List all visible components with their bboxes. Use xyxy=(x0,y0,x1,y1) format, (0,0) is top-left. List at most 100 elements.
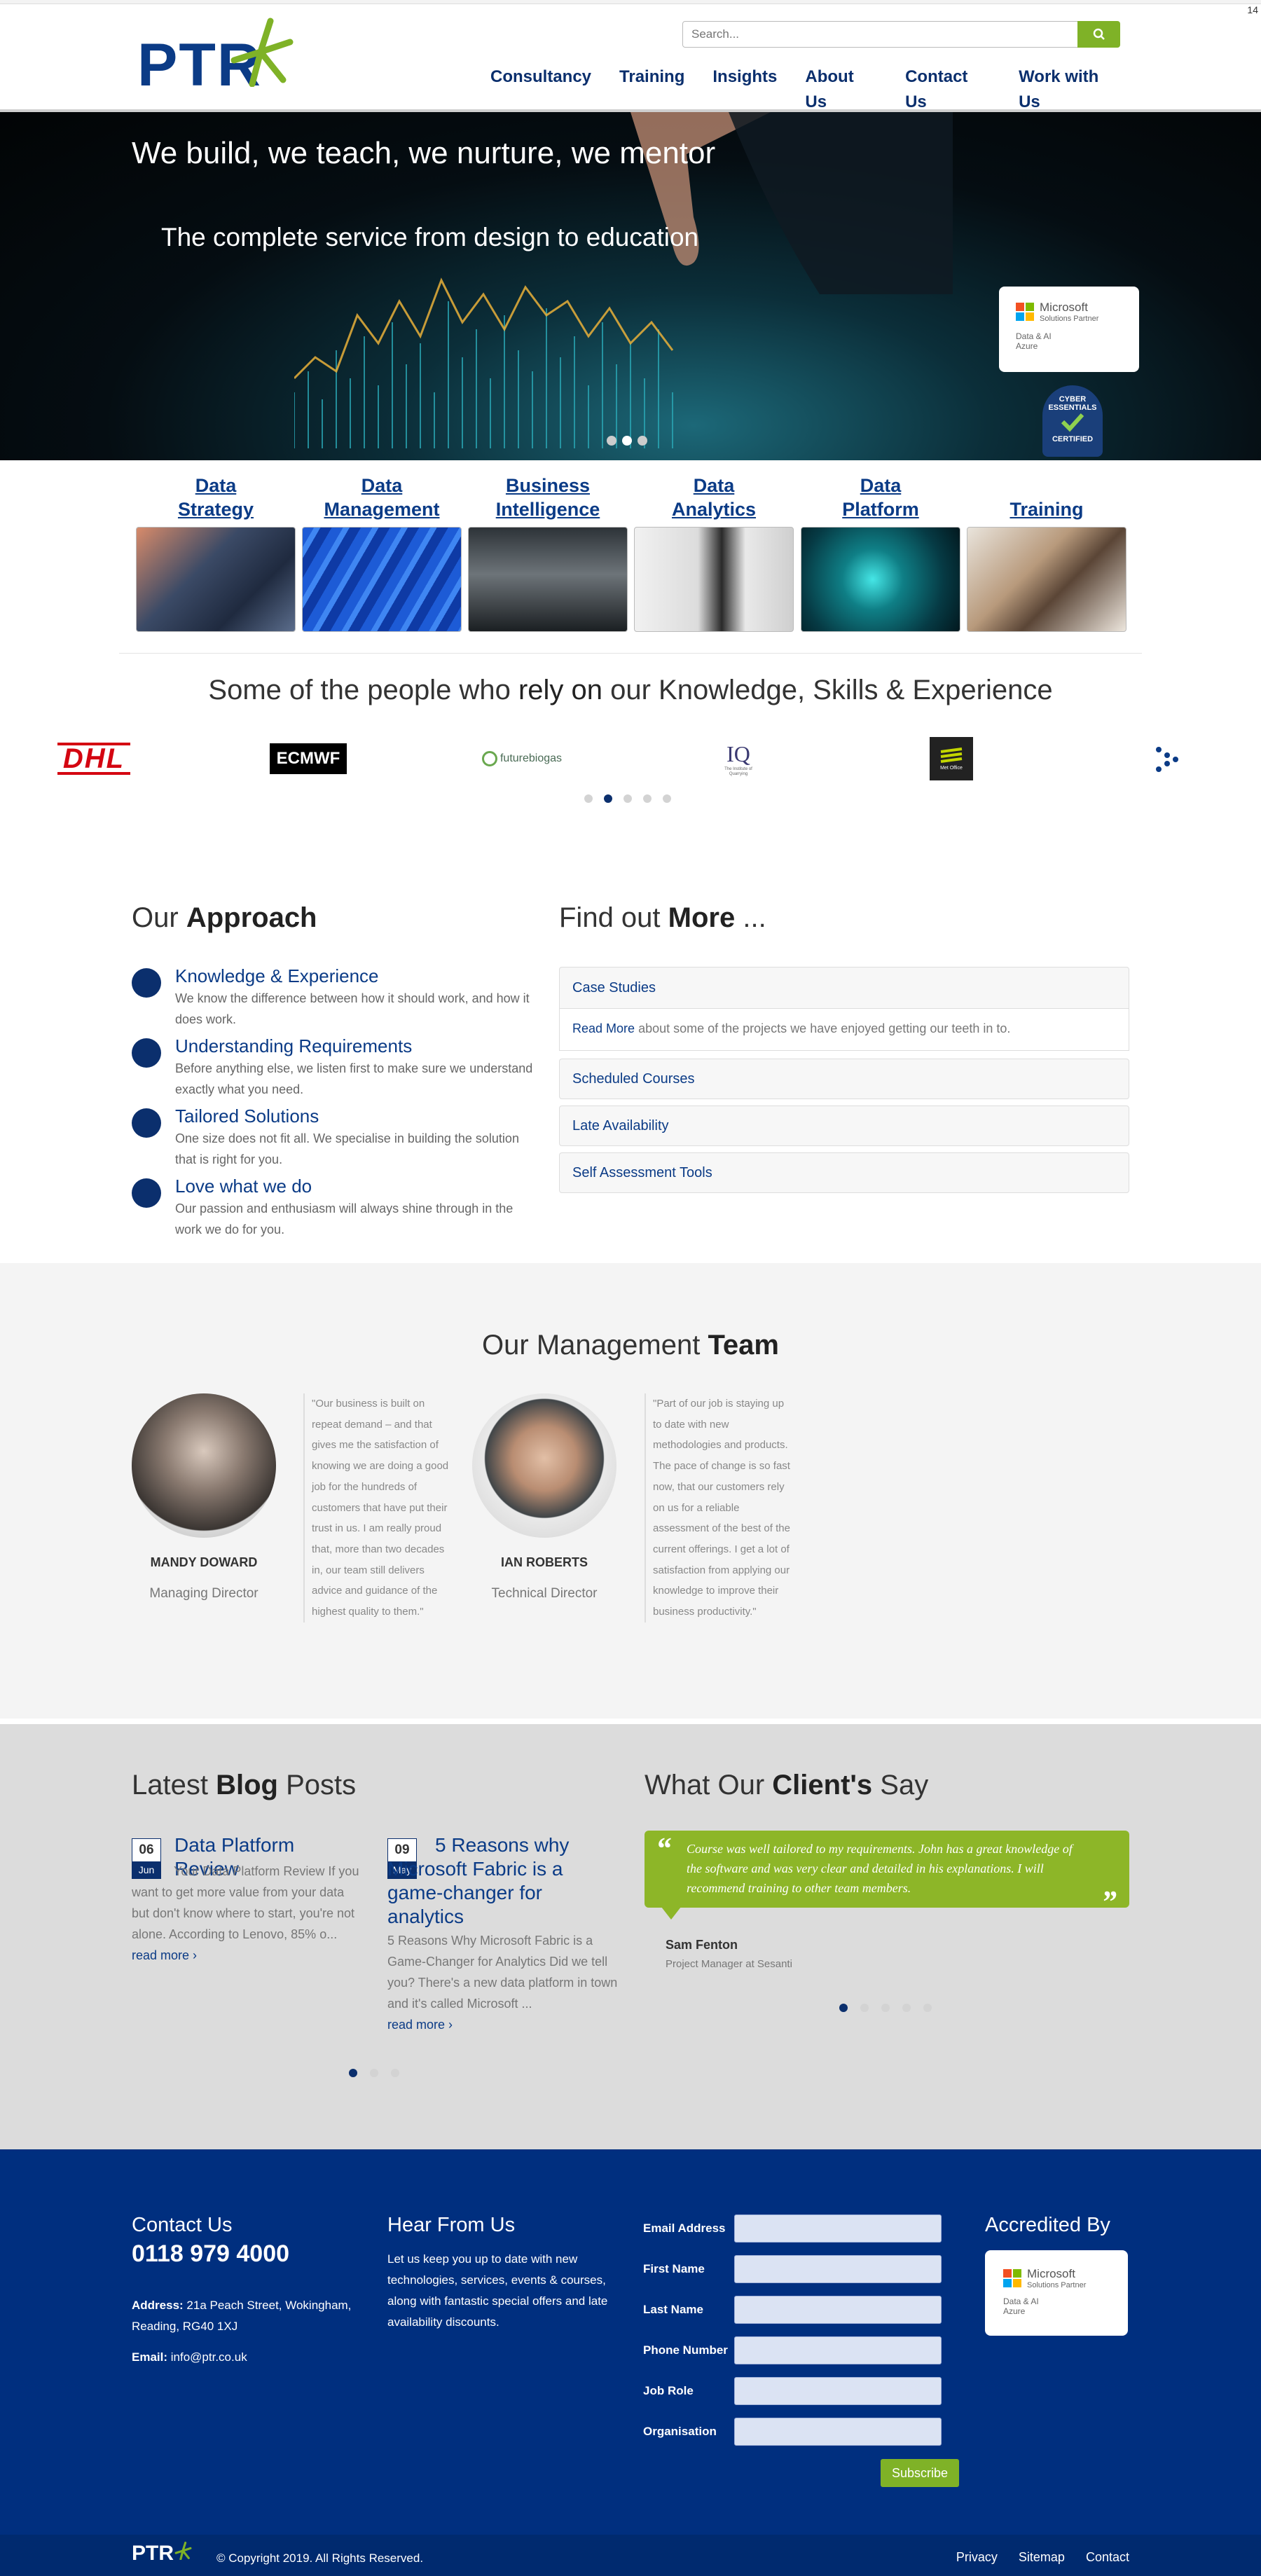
carousel-dot-active[interactable] xyxy=(604,794,612,803)
carousel-dot[interactable] xyxy=(584,794,593,803)
footer-logo[interactable]: PTR xyxy=(132,2542,192,2565)
met-office-sub: Met Office xyxy=(940,765,963,771)
check-icon xyxy=(1061,413,1084,432)
nav-insights[interactable]: Insights xyxy=(712,64,777,90)
service-training[interactable]: Training xyxy=(967,471,1126,632)
approach-item-text: Our passion and enthusiasm will always s… xyxy=(175,1201,514,1237)
search-input[interactable] xyxy=(682,21,1078,48)
service-image[interactable] xyxy=(136,527,296,632)
footer-logo-text: PTR xyxy=(132,2542,174,2565)
member-quote: "Part of our job is staying up to date w… xyxy=(645,1393,792,1623)
panel-case-studies[interactable]: Case Studies xyxy=(559,967,1129,1009)
iq-logo-sub: The Institute of Quarrying xyxy=(724,766,752,776)
team-title: Our Management Team xyxy=(0,1330,1261,1361)
privacy-link[interactable]: Privacy xyxy=(956,2550,998,2565)
futurebiogas-logo[interactable]: futurebiogas xyxy=(476,736,567,782)
carousel-dot[interactable] xyxy=(923,2004,932,2012)
form-label: First Name xyxy=(643,2262,705,2275)
case-studies-read-more-link[interactable]: Read More xyxy=(572,1021,635,1035)
subscribe-button[interactable]: Subscribe xyxy=(881,2459,959,2487)
panel-scheduled-courses[interactable]: Scheduled Courses xyxy=(559,1059,1129,1099)
carousel-dot[interactable] xyxy=(623,794,632,803)
nav-contact-us[interactable]: Contact Us xyxy=(905,64,991,111)
met-office-logo[interactable]: Met Office xyxy=(930,737,973,780)
nav-about-us[interactable]: About Us xyxy=(805,64,877,111)
carousel-dot[interactable] xyxy=(663,794,671,803)
read-more-link[interactable]: read more › xyxy=(387,2018,453,2032)
findout-title-post: ... xyxy=(743,902,766,933)
service-title[interactable]: Data Analytics xyxy=(634,471,794,521)
bullet-circle-icon xyxy=(132,1178,161,1208)
service-data-management[interactable]: Data Management xyxy=(302,471,462,632)
service-title[interactable]: Data Management xyxy=(302,471,462,521)
form-label: Last Name xyxy=(643,2303,703,2316)
read-more-link[interactable]: read more › xyxy=(132,1948,197,1962)
approach-item-text: Before anything else, we listen first to… xyxy=(175,1061,533,1096)
iq-logo[interactable]: IQ The Institute of Quarrying xyxy=(717,736,759,782)
carousel-dot[interactable] xyxy=(643,794,652,803)
nav-work-with-us[interactable]: Work with Us xyxy=(1019,64,1121,111)
partner-logo-partial[interactable] xyxy=(1155,745,1180,777)
dhl-logo[interactable]: DHL xyxy=(25,736,163,782)
testimonial-text: Course was well tailored to my requireme… xyxy=(687,1842,1073,1895)
bullet-circle-icon xyxy=(132,968,161,998)
microsoft-icon xyxy=(1016,303,1034,321)
nav-consultancy[interactable]: Consultancy xyxy=(490,64,591,90)
hero-dot[interactable] xyxy=(638,436,647,446)
job-role-input[interactable] xyxy=(734,2377,942,2405)
panel-self-assessment-tools[interactable]: Self Assessment Tools xyxy=(559,1152,1129,1193)
post-title-link[interactable]: 5 Reasons why Microsoft Fabric is a game… xyxy=(387,1833,619,1929)
carousel-dot-active[interactable] xyxy=(349,2069,357,2077)
service-business-intelligence[interactable]: Business Intelligence xyxy=(468,471,628,632)
service-image[interactable] xyxy=(302,527,462,632)
carousel-dot[interactable] xyxy=(391,2069,399,2077)
approach-item-title: Love what we do xyxy=(175,1176,312,1197)
first-name-input[interactable] xyxy=(734,2255,942,2283)
ptr-logo[interactable]: PTR xyxy=(137,17,305,97)
carousel-dot-active[interactable] xyxy=(839,2004,848,2012)
service-image[interactable] xyxy=(468,527,628,632)
email-address-input[interactable] xyxy=(734,2215,942,2243)
hero-dot[interactable] xyxy=(607,436,616,446)
panel-label: Self Assessment Tools xyxy=(572,1164,712,1180)
footer-phone[interactable]: 0118 979 4000 xyxy=(132,2240,289,2268)
service-data-platform[interactable]: Data Platform xyxy=(801,471,960,632)
approach-item: Love what we do Our passion and enthusia… xyxy=(132,1176,538,1246)
service-data-strategy[interactable]: Data Strategy xyxy=(136,471,296,632)
carousel-dot[interactable] xyxy=(902,2004,911,2012)
bullet-circle-icon xyxy=(132,1038,161,1068)
service-image[interactable] xyxy=(967,527,1126,632)
hero-slider[interactable]: We build, we teach, we nurture, we mento… xyxy=(0,112,1261,460)
hero-dot[interactable] xyxy=(622,436,632,446)
service-data-analytics[interactable]: Data Analytics xyxy=(634,471,794,632)
findout-title: Find out More ... xyxy=(559,902,766,934)
member-quote: "Our business is built on repeat demand … xyxy=(303,1393,450,1623)
panel-label: Scheduled Courses xyxy=(572,1070,695,1087)
panel-late-availability[interactable]: Late Availability xyxy=(559,1106,1129,1146)
carousel-dot[interactable] xyxy=(860,2004,869,2012)
service-title-line2: Platform xyxy=(842,499,919,520)
service-title[interactable]: Data Platform xyxy=(801,471,960,521)
carousel-dot[interactable] xyxy=(370,2069,378,2077)
testimonials-title: What Our Client's Say xyxy=(645,1770,928,1801)
search-button[interactable] xyxy=(1077,21,1120,48)
sitemap-link[interactable]: Sitemap xyxy=(1019,2550,1065,2565)
approach-title: Our Approach xyxy=(132,902,317,934)
last-name-input[interactable] xyxy=(734,2296,942,2324)
contact-link[interactable]: Contact xyxy=(1086,2550,1129,2565)
service-title[interactable]: Data Strategy xyxy=(136,471,296,521)
service-image[interactable] xyxy=(801,527,960,632)
email-link[interactable]: info@ptr.co.uk xyxy=(171,2350,247,2364)
service-title[interactable]: Training xyxy=(967,471,1126,521)
organisation-input[interactable] xyxy=(734,2418,942,2446)
testimonial-author: Sam Fenton xyxy=(666,1938,738,1952)
carousel-dot[interactable] xyxy=(881,2004,890,2012)
footer-links: Privacy Sitemap Contact xyxy=(956,2550,1129,2565)
nav-training[interactable]: Training xyxy=(619,64,684,90)
footer-hear-text: Let us keep you up to date with new tech… xyxy=(387,2252,608,2329)
phone-number-input[interactable] xyxy=(734,2336,942,2364)
approach-item: Tailored Solutions One size does not fit… xyxy=(132,1106,538,1176)
ecmwf-logo[interactable]: ECMWF xyxy=(258,736,359,782)
service-title[interactable]: Business Intelligence xyxy=(468,471,628,521)
service-image[interactable] xyxy=(634,527,794,632)
